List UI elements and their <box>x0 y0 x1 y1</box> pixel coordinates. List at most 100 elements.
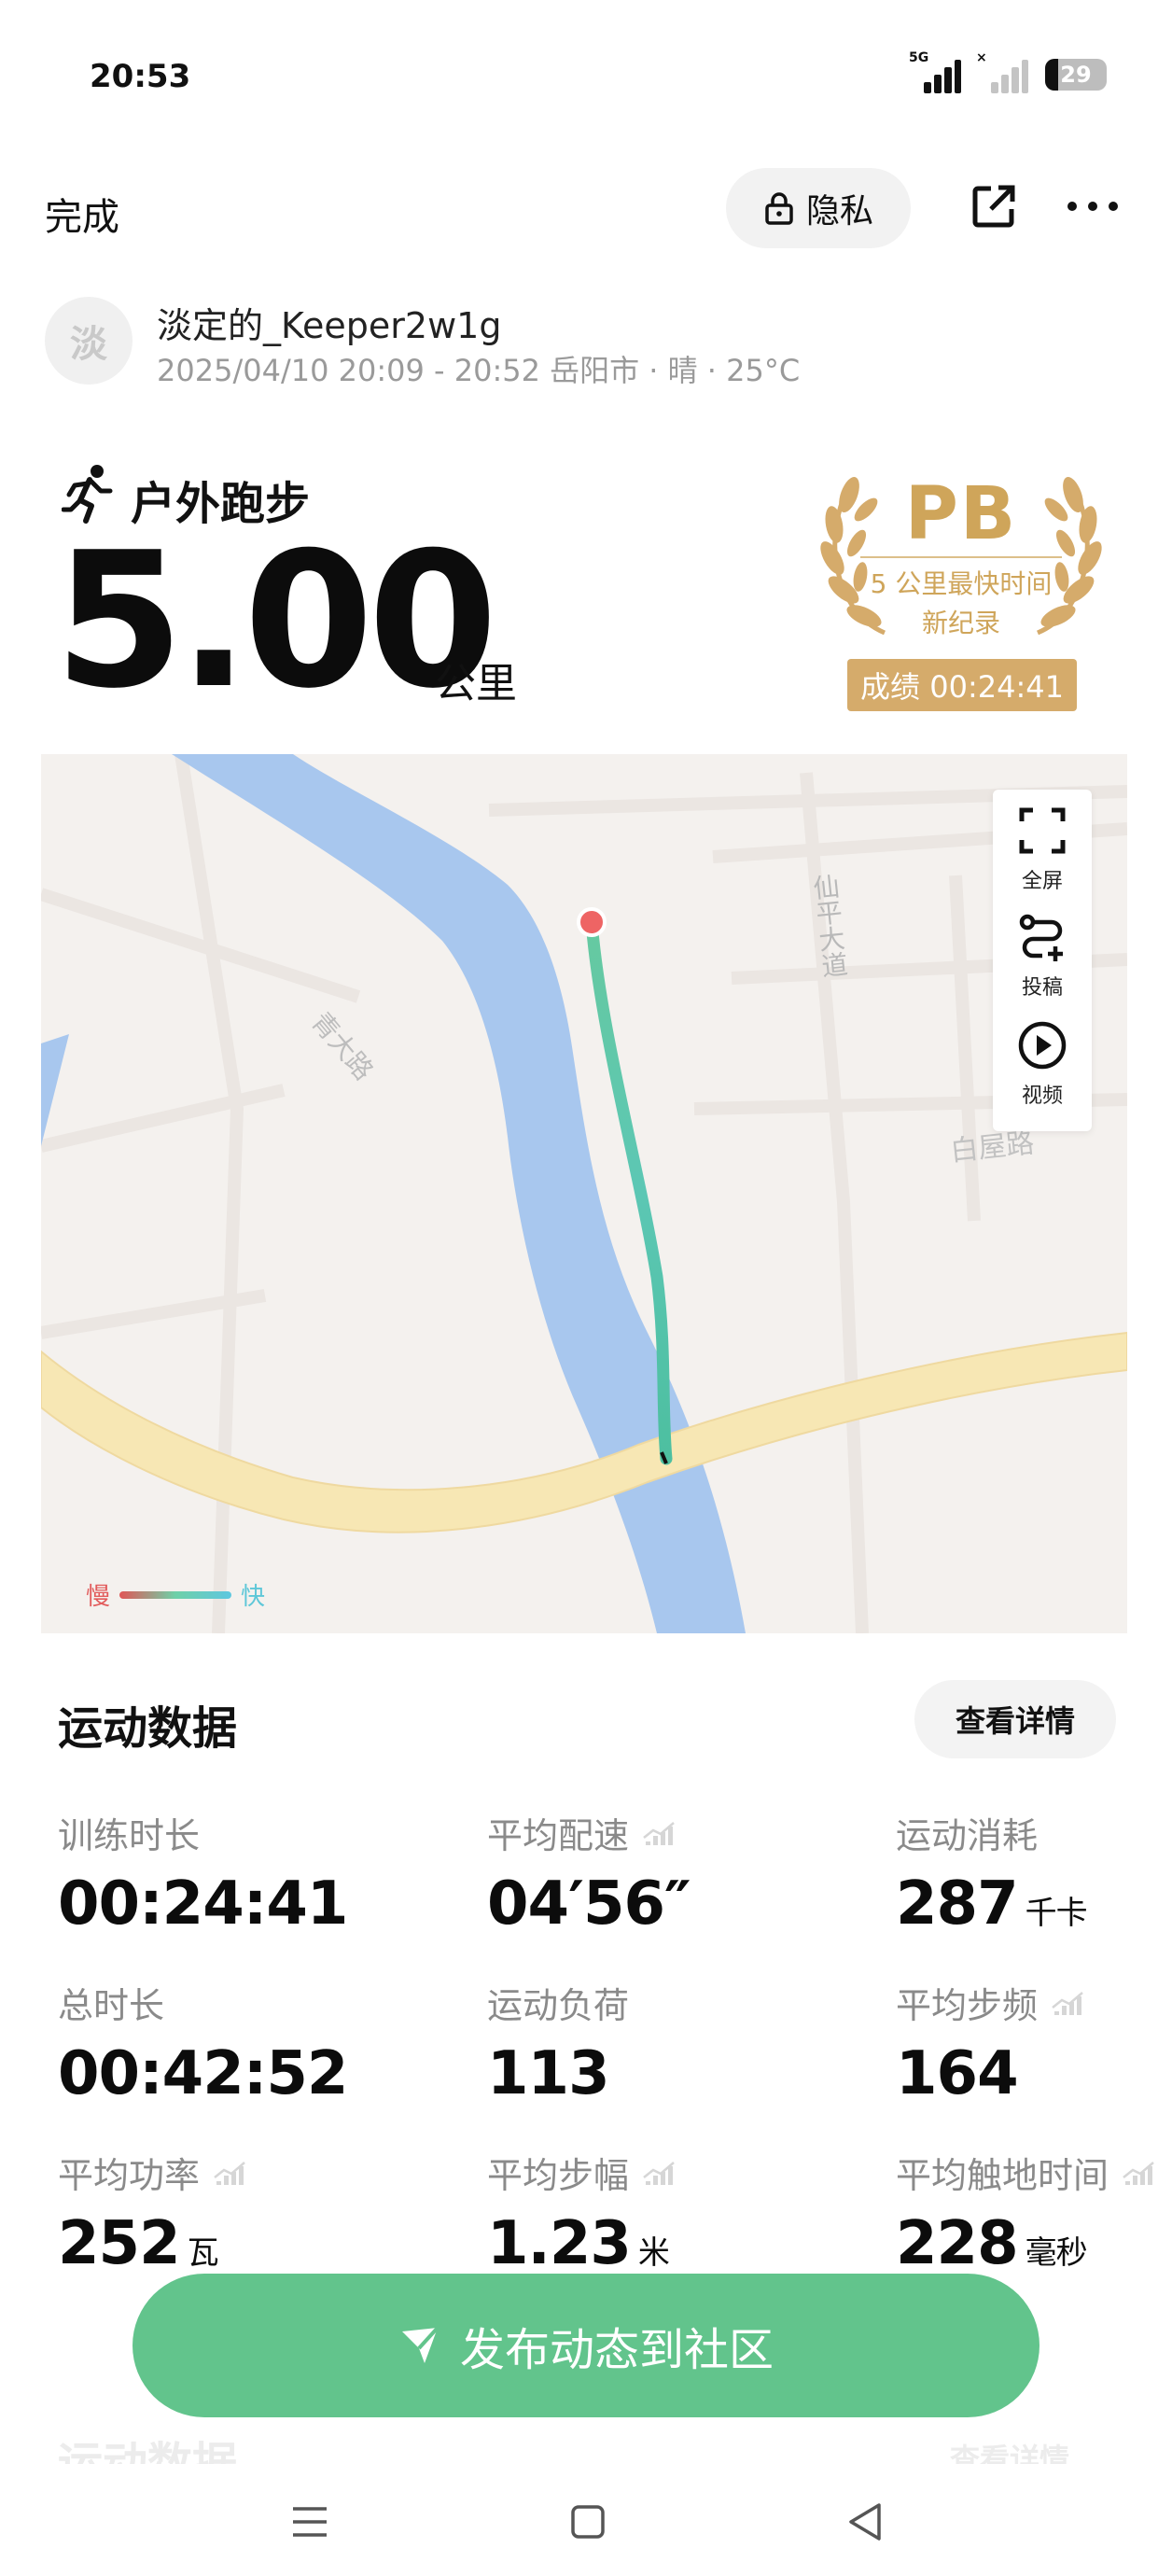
fullscreen-button[interactable]: 全屏 <box>993 805 1092 909</box>
stat-item: 平均步频 164 <box>896 1977 1084 2108</box>
legend-gradient-bar <box>119 1590 232 1599</box>
network-type-label: 5G <box>909 50 929 65</box>
stat-unit: 毫秒 <box>1025 2234 1088 2272</box>
stat-unit: 瓦 <box>187 2234 219 2272</box>
view-details-button[interactable]: 查看详情 <box>914 1680 1116 1758</box>
done-button[interactable]: 完成 <box>45 187 119 241</box>
map-tools-panel: 全屏 投稿 视频 <box>993 790 1092 1131</box>
pb-divider <box>860 556 1062 558</box>
stat-value: 00:42:52 <box>58 2039 348 2108</box>
fullscreen-label: 全屏 <box>1021 870 1063 893</box>
send-icon <box>401 2326 440 2363</box>
stat-value: 00:24:41 <box>58 1869 348 1939</box>
stat-item: 训练时长 00:24:41 <box>58 1807 348 1939</box>
trend-chart-icon[interactable] <box>213 2159 246 2187</box>
signal-no-service-icon: × <box>976 50 1028 93</box>
stat-label: 运动消耗 <box>896 1807 1087 1858</box>
fullscreen-icon <box>1019 807 1066 854</box>
stat-label: 平均功率 <box>58 2147 246 2198</box>
status-bar: 20:53 5G × 29 <box>0 0 1172 149</box>
stat-label-text: 平均触地时间 <box>896 2155 1109 2196</box>
system-nav-bar <box>0 2464 1172 2576</box>
stat-label: 总时长 <box>58 1977 347 2028</box>
stat-value: 287 千卡 <box>896 1869 1088 1939</box>
stat-item: 运动负荷 113 <box>487 1977 629 2108</box>
video-label: 视频 <box>1021 1085 1063 1108</box>
signal-5g-icon: 5G <box>909 50 961 93</box>
stat-label-text: 平均步频 <box>896 1985 1039 2026</box>
stat-item: 平均步幅 1.23 米 <box>487 2147 676 2278</box>
activity-meta: 2025/04/10 20:09 - 20:52 岳阳市 · 晴 · 25°C <box>157 353 801 388</box>
stat-label: 平均步频 <box>896 1977 1084 2028</box>
route-post-icon <box>1019 914 1063 961</box>
route-start-point <box>577 907 607 937</box>
trend-chart-icon[interactable] <box>642 2159 676 2187</box>
menu-icon[interactable] <box>282 2494 338 2550</box>
route-post-label: 投稿 <box>1021 976 1063 1000</box>
stat-value-number: 00:24:41 <box>58 1869 348 1939</box>
pace-legend: 慢 快 <box>86 1577 265 1612</box>
stat-value: 164 <box>896 2039 1084 2108</box>
route-map[interactable]: 仙平大道 白屋路 青大路 <box>41 754 1127 1633</box>
distance-value: 5.00 <box>54 512 497 730</box>
stat-label: 平均步幅 <box>487 2147 676 2198</box>
route-post-button[interactable]: 投稿 <box>993 911 1092 1015</box>
legend-fast-label: 快 <box>241 1583 266 1611</box>
stat-value: 1.23 米 <box>487 2209 676 2278</box>
stat-item: 平均触地时间 228 毫秒 <box>896 2147 1155 2278</box>
more-icon[interactable] <box>1066 192 1120 220</box>
stat-label-text: 总时长 <box>58 1985 165 2026</box>
stat-value-number: 164 <box>896 2039 1019 2108</box>
stat-value-number: 113 <box>487 2039 610 2108</box>
stat-value-number: 228 <box>896 2209 1019 2278</box>
stat-unit: 千卡 <box>1025 1895 1088 1932</box>
publish-label: 发布动态到社区 <box>459 2324 774 2376</box>
status-time: 20:53 <box>90 58 191 95</box>
stat-label: 训练时长 <box>58 1807 347 1858</box>
battery-icon: 29 <box>1045 59 1107 91</box>
trend-chart-icon[interactable] <box>1122 2159 1155 2187</box>
lock-icon <box>765 192 793 225</box>
pb-line1: 5 公里最快时间 <box>870 568 1053 599</box>
stat-unit: 米 <box>637 2234 670 2272</box>
battery-level: 29 <box>1060 62 1092 88</box>
stat-label-text: 平均功率 <box>58 2155 201 2196</box>
distance-unit: 公里 <box>435 660 517 707</box>
stat-value: 113 <box>487 2039 629 2108</box>
stat-item: 运动消耗 287 千卡 <box>896 1807 1088 1939</box>
pb-line2: 新纪录 <box>921 608 1000 638</box>
status-icons: 5G × 29 <box>909 50 1107 93</box>
privacy-button[interactable]: 隐私 <box>726 168 911 248</box>
stat-label-text: 运动负荷 <box>487 1985 630 2026</box>
trend-chart-icon[interactable] <box>1051 1989 1084 2017</box>
stat-label-text: 平均步幅 <box>487 2155 630 2196</box>
stat-label: 平均配速 <box>487 1807 691 1858</box>
pb-badge[interactable]: PB 5 公里最快时间 新纪录 成绩 00:24:41 <box>793 467 1129 711</box>
stat-label-text: 训练时长 <box>58 1815 201 1856</box>
back-icon[interactable] <box>838 2494 894 2550</box>
stat-item: 平均功率 252 瓦 <box>58 2147 246 2278</box>
stats-section-title: 运动数据 <box>58 1702 238 1755</box>
trend-chart-icon[interactable] <box>642 1819 676 1847</box>
stat-value: 252 瓦 <box>58 2209 246 2278</box>
stat-value-number: 287 <box>896 1869 1019 1939</box>
avatar[interactable]: 淡 <box>45 297 133 385</box>
home-icon[interactable] <box>560 2494 616 2550</box>
stat-value-number: 04′56″ <box>487 1869 691 1939</box>
stat-label: 平均触地时间 <box>896 2147 1155 2198</box>
stat-value: 04′56″ <box>487 1869 691 1939</box>
video-button[interactable]: 视频 <box>993 1019 1092 1124</box>
stat-value-number: 00:42:52 <box>58 2039 348 2108</box>
stat-label: 运动负荷 <box>487 1977 629 2028</box>
privacy-label: 隐私 <box>805 192 873 231</box>
share-icon[interactable] <box>970 183 1017 230</box>
stat-value-number: 1.23 <box>487 2209 632 2278</box>
publish-to-community-button[interactable]: 发布动态到社区 <box>133 2274 1039 2417</box>
username: 淡定的_Keeper2w1g <box>157 305 502 346</box>
legend-slow-label: 慢 <box>86 1583 111 1611</box>
pb-score: 成绩 00:24:41 <box>847 659 1077 711</box>
stat-item: 平均配速 04′56″ <box>487 1807 691 1939</box>
stat-value: 228 毫秒 <box>896 2209 1155 2278</box>
play-icon <box>1018 1021 1067 1070</box>
river-left-branch <box>41 1034 69 1146</box>
